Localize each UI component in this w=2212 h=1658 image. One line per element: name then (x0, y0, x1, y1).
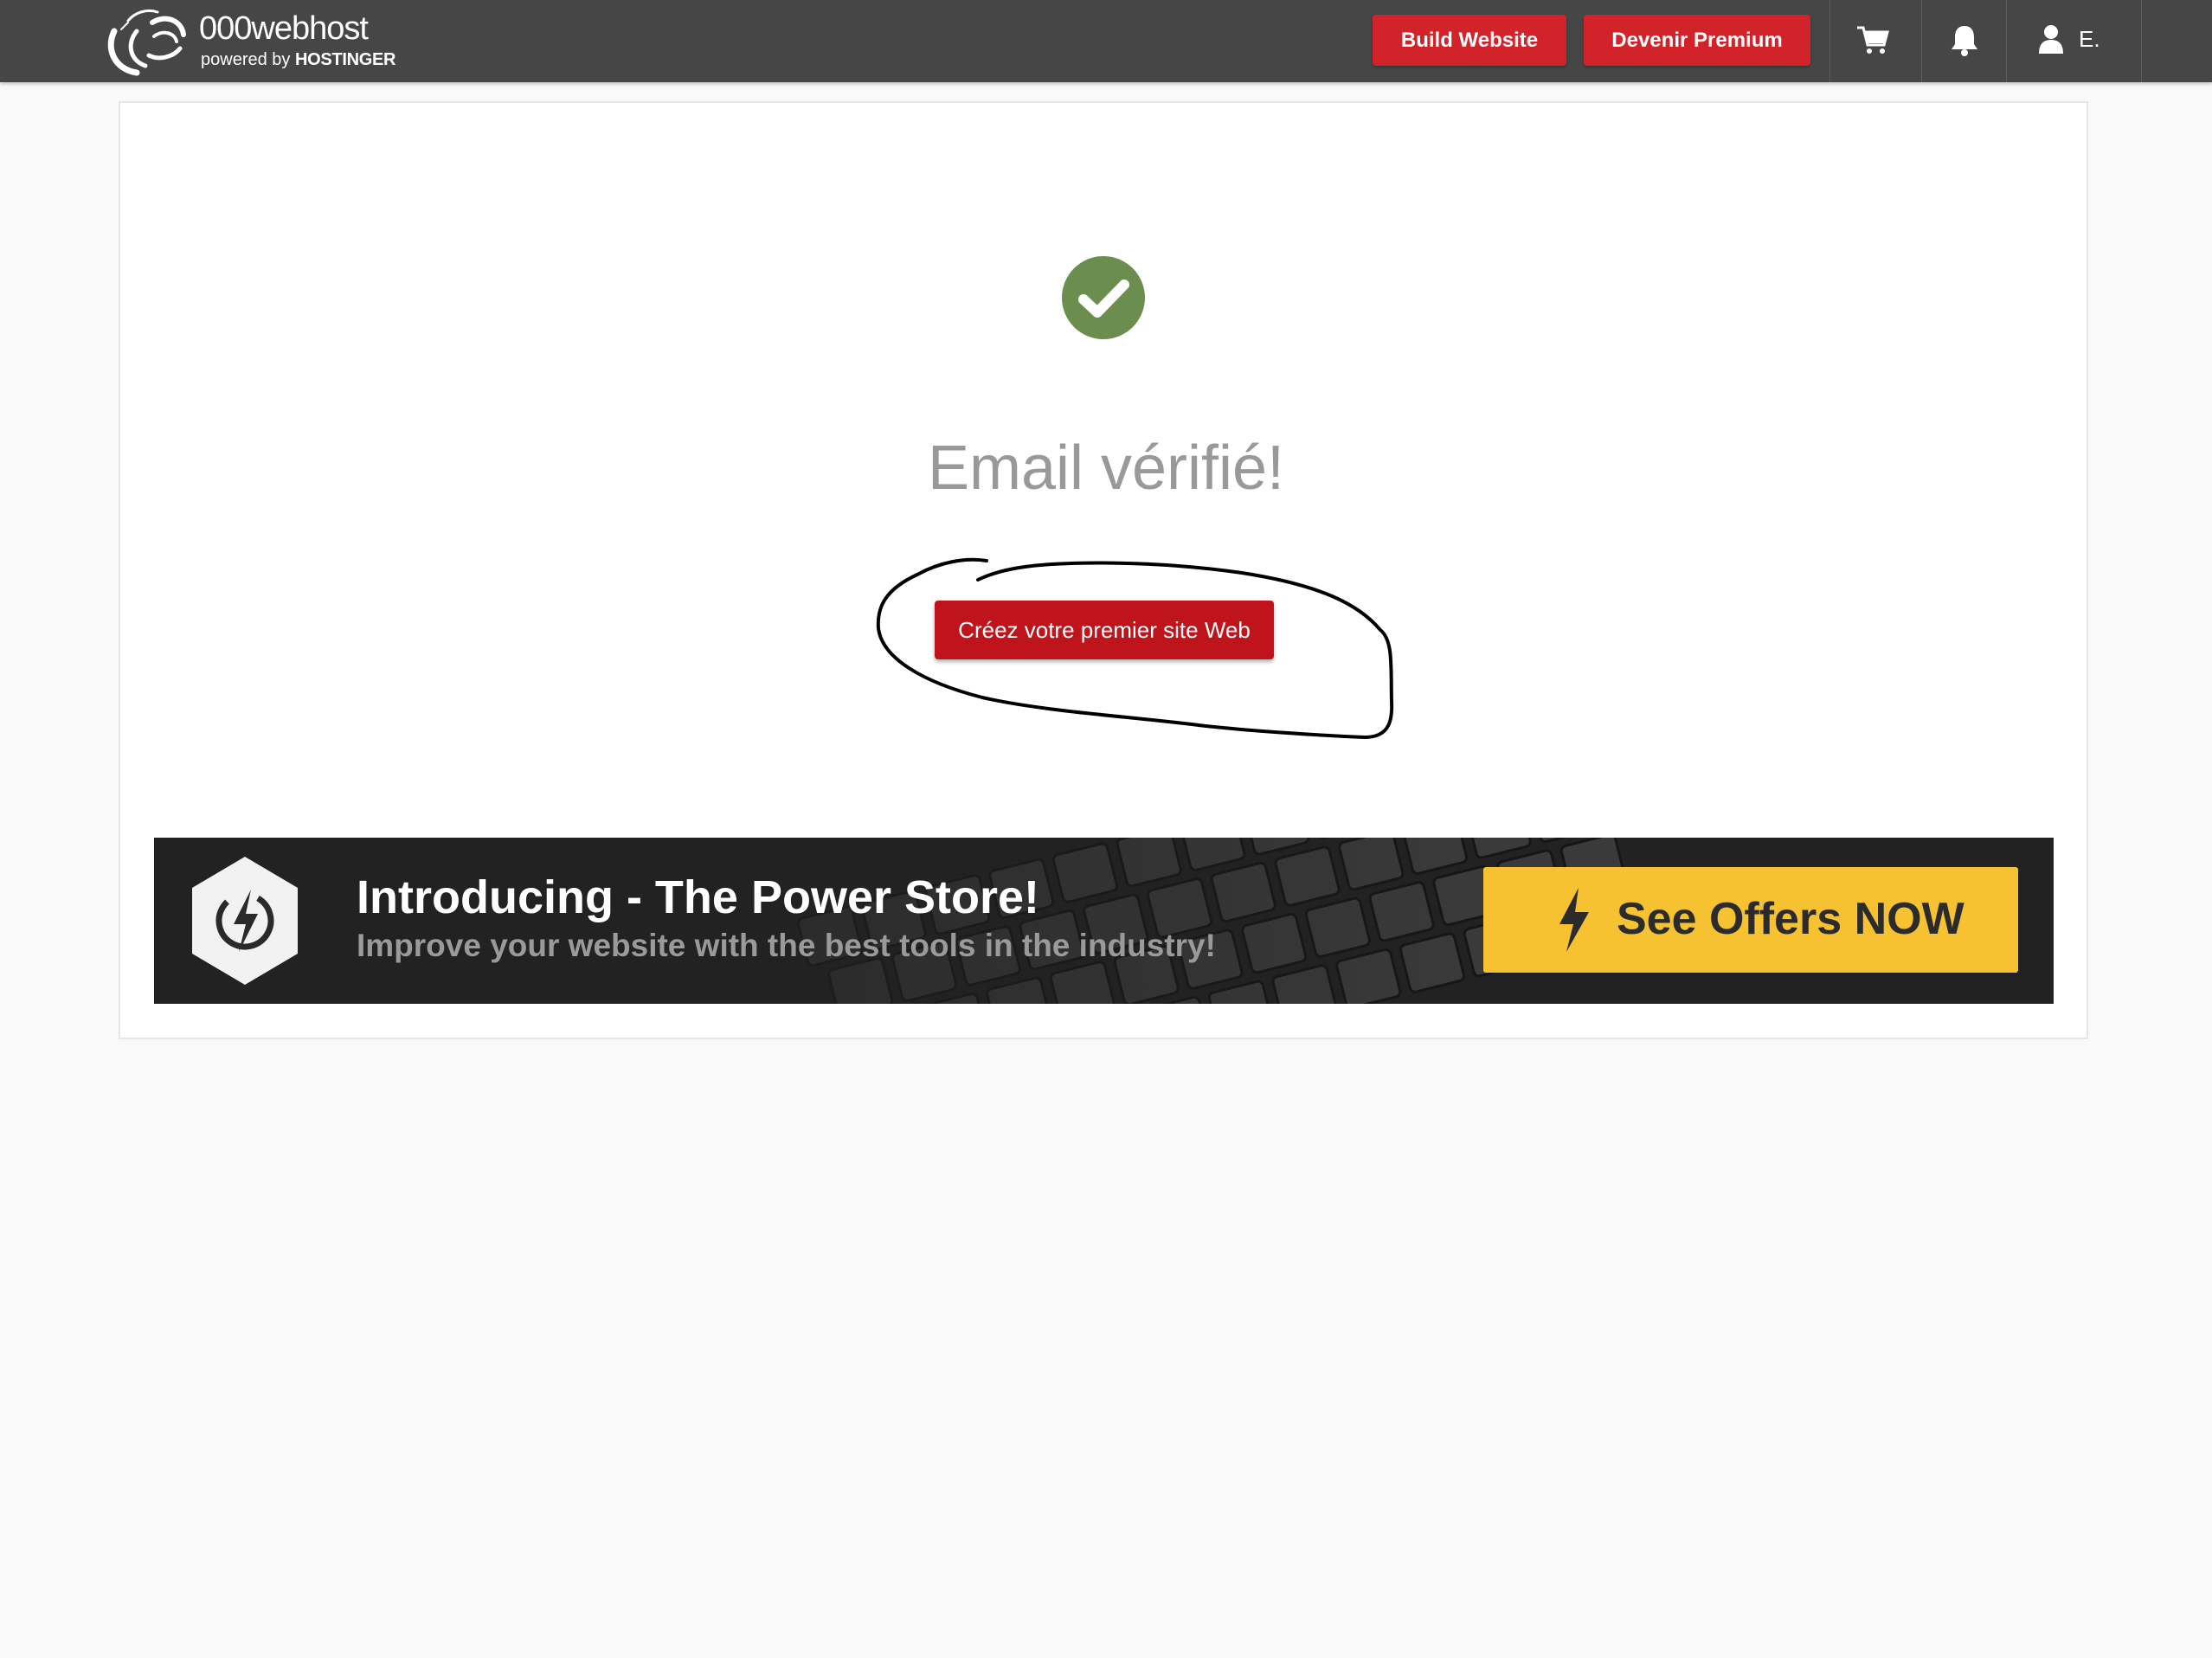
logo-tagline: powered by HOSTINGER (201, 50, 395, 70)
user-icon[interactable] (2034, 22, 2068, 57)
lightning-bolt-icon (1559, 888, 1589, 952)
build-website-button[interactable]: Build Website (1373, 15, 1566, 66)
top-navbar: 000webhost powered by HOSTINGER Build We… (0, 0, 2212, 82)
logo-powered-text: powered by (201, 50, 291, 69)
nav-divider (1829, 0, 1830, 82)
logo-name: 000webhost (199, 10, 369, 47)
logo[interactable]: 000webhost powered by HOSTINGER (102, 5, 414, 78)
swirl-logo-icon (107, 9, 186, 76)
banner-subtitle: Improve your website with the best tools… (357, 928, 1216, 963)
user-menu-label[interactable]: E. (2079, 26, 2100, 53)
premium-button[interactable]: Devenir Premium (1584, 15, 1810, 66)
nav-divider (2006, 0, 2007, 82)
see-offers-button[interactable]: See Offers NOW (1483, 867, 2018, 973)
logo-brand-text: HOSTINGER (294, 50, 396, 69)
see-offers-label: See Offers NOW (1617, 894, 1964, 944)
banner-title: Introducing - The Power Store! (357, 871, 1040, 923)
cart-icon[interactable] (1855, 22, 1890, 57)
check-circle-icon (1062, 256, 1145, 339)
bell-icon[interactable] (1947, 22, 1982, 57)
power-store-banner[interactable]: Introducing - The Power Store! Improve y… (154, 838, 2054, 1004)
create-site-button[interactable]: Créez votre premier site Web (935, 601, 1274, 659)
power-hexagon-icon (192, 857, 298, 985)
page-title: Email vérifié! (927, 434, 1285, 503)
nav-divider (2141, 0, 2142, 82)
nav-divider (1921, 0, 1922, 82)
